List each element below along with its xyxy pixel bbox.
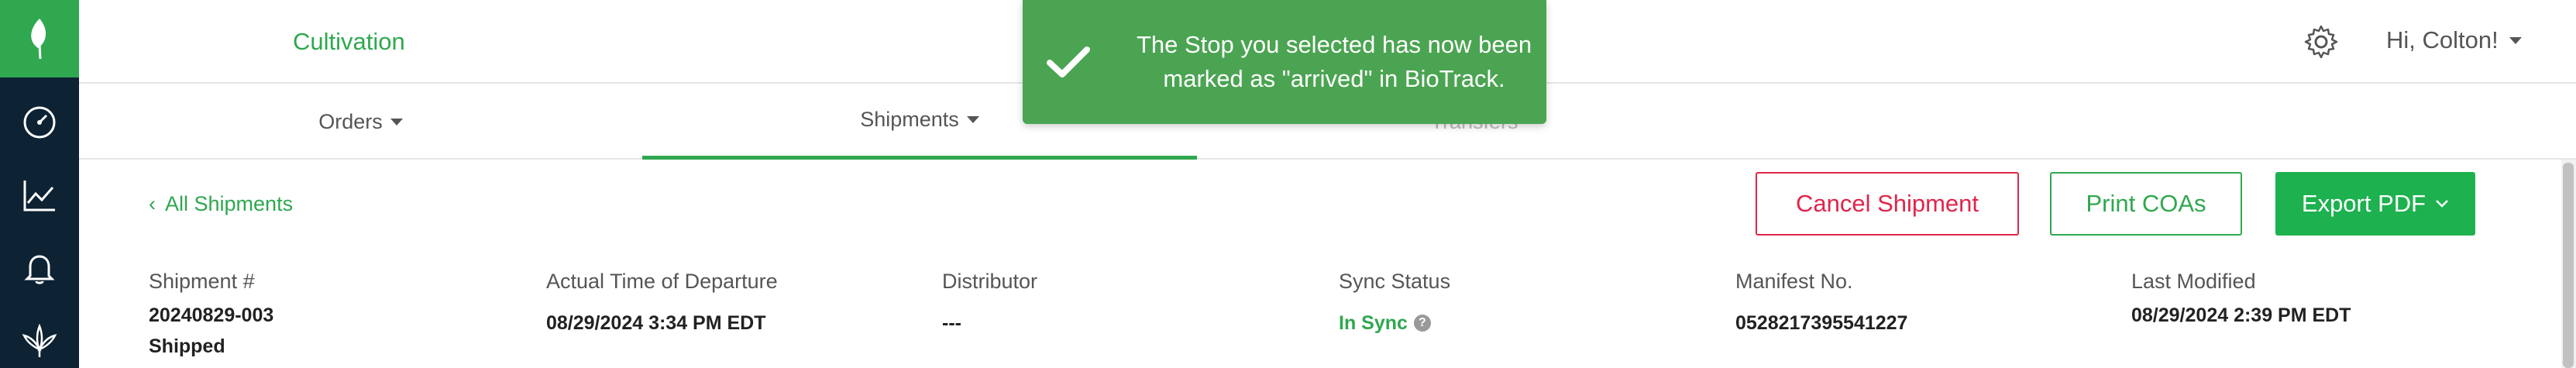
tab-label: Shipments <box>860 108 959 131</box>
print-coas-button[interactable]: Print COAs <box>2050 172 2242 236</box>
settings-gear-icon[interactable] <box>2303 23 2340 60</box>
manifest-value: 0528217395541227 <box>1735 312 1908 334</box>
last-modified-value: 08/29/2024 2:39 PM EDT <box>2131 304 2351 326</box>
field-label: Actual Time of Departure <box>546 270 778 293</box>
user-menu[interactable]: Hi, Colton! <box>2386 26 2522 54</box>
caret-down-icon <box>966 116 979 123</box>
cancel-shipment-button[interactable]: Cancel Shipment <box>1756 172 2019 236</box>
back-link-label: All Shipments <box>165 192 294 215</box>
field-label: Sync Status <box>1339 270 1451 293</box>
manifest-field: Manifest No. 0528217395541227 <box>1735 270 1907 339</box>
leaf-logo-icon[interactable] <box>0 0 79 77</box>
last-modified-field: Last Modified 08/29/2024 2:39 PM EDT <box>2131 270 2351 331</box>
chevron-down-icon <box>2509 36 2522 44</box>
cannabis-leaf-icon[interactable] <box>0 310 79 368</box>
analytics-chart-icon[interactable] <box>0 164 79 226</box>
checkmark-icon <box>1047 46 1090 77</box>
field-label: Manifest No. <box>1735 270 1853 293</box>
field-label: Last Modified <box>2131 270 2256 293</box>
tab-orders[interactable]: Orders <box>79 84 642 160</box>
scrollbar-thumb[interactable] <box>2563 163 2574 368</box>
caret-down-icon <box>390 118 403 126</box>
sync-status-value: In Sync <box>1339 312 1408 334</box>
sync-status-field: Sync Status In Sync ? <box>1339 270 1450 339</box>
field-label: Shipment # <box>149 270 255 293</box>
chevron-down-icon <box>2436 200 2448 208</box>
export-pdf-label: Export PDF <box>2301 190 2426 217</box>
chevron-left-icon: ‹ <box>149 192 156 215</box>
tab-label: Orders <box>318 109 383 133</box>
user-greeting: Hi, Colton! <box>2386 26 2499 53</box>
shipment-status: Shipped <box>149 335 225 357</box>
success-toast[interactable]: The Stop you selected has now been marke… <box>1023 0 1546 124</box>
all-shipments-link[interactable]: ‹ All Shipments <box>149 192 293 216</box>
shipment-number-field: Shipment # 20240829-003 Shipped <box>149 270 273 362</box>
distributor-field: Distributor --- <box>942 270 1037 339</box>
shipment-number: 20240829-003 <box>149 304 274 326</box>
field-label: Distributor <box>942 270 1038 293</box>
toast-message: The Stop you selected has now been marke… <box>1136 31 1532 92</box>
help-question-icon[interactable]: ? <box>1413 315 1431 332</box>
side-rail <box>0 0 79 368</box>
departure-value: 08/29/2024 3:34 PM EDT <box>546 312 766 334</box>
app-name[interactable]: Cultivation <box>293 28 405 56</box>
dashboard-gauge-icon[interactable] <box>0 91 79 153</box>
notifications-bell-icon[interactable] <box>0 237 79 299</box>
departure-field: Actual Time of Departure 08/29/2024 3:34… <box>546 270 778 339</box>
export-pdf-button[interactable]: Export PDF <box>2275 172 2475 236</box>
distributor-value: --- <box>942 312 961 334</box>
